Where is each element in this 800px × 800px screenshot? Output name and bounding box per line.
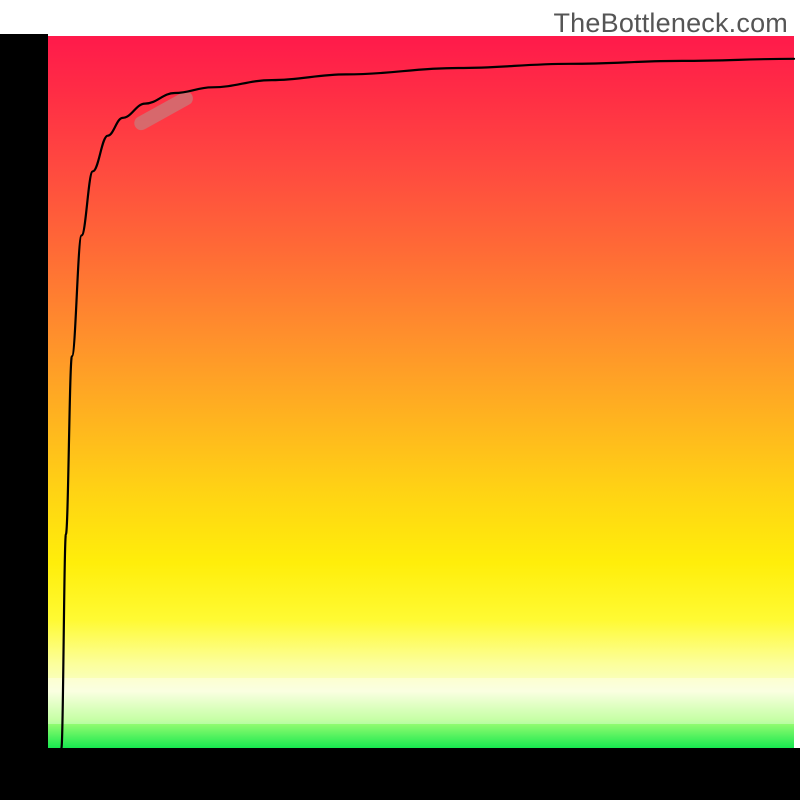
x-axis-band bbox=[0, 748, 800, 800]
watermark-label: TheBottleneck.com bbox=[553, 8, 788, 39]
y-axis-band bbox=[0, 34, 48, 748]
chart-gradient-background bbox=[48, 36, 794, 748]
